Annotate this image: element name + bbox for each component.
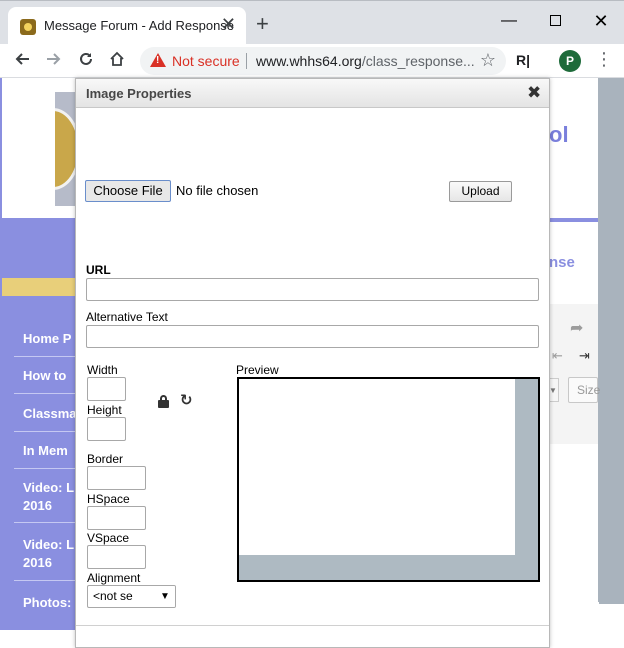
security-status[interactable]: Not secure — [172, 53, 240, 69]
maximize-button[interactable] — [532, 7, 578, 35]
nav-divider — [14, 468, 76, 469]
browser-tab[interactable]: Message Forum - Add Response ✕ — [8, 7, 246, 45]
reset-size-icon[interactable]: ↻ — [180, 391, 193, 409]
new-tab-button[interactable]: + — [256, 13, 269, 35]
url-label: URL — [86, 263, 111, 277]
tab-title: Message Forum - Add Response — [44, 18, 235, 33]
vspace-label: VSpace — [87, 531, 130, 545]
dropdown-arrow-icon[interactable]: ▼ — [549, 378, 559, 402]
sidebar-nav: Home P How to Classma In Mem Video: L 20… — [2, 296, 76, 630]
maximize-icon — [549, 15, 561, 27]
upload-button[interactable]: Upload — [449, 181, 512, 202]
preview-placeholder-shade — [515, 379, 538, 580]
page-right-margin — [598, 78, 624, 604]
preview-label: Preview — [236, 363, 279, 377]
dialog-title-bar[interactable]: Image Properties ✖ — [76, 79, 549, 108]
window-close-button[interactable]: ✕ — [578, 7, 624, 35]
site-title: ol — [549, 122, 569, 147]
nav-divider — [14, 393, 76, 394]
choose-file-button[interactable]: Choose File — [85, 180, 171, 202]
nav-video-2-year[interactable]: 2016 — [23, 554, 76, 572]
height-label: Height — [87, 403, 122, 417]
nav-video-1-year[interactable]: 2016 — [23, 497, 76, 515]
nav-in-memoriam[interactable]: In Mem — [23, 442, 76, 460]
nav-video-2[interactable]: Video: L — [23, 536, 76, 554]
nav-divider — [14, 580, 76, 581]
nav-how-to[interactable]: How to — [23, 367, 76, 385]
hspace-input[interactable] — [87, 506, 146, 530]
nav-photos[interactable]: Photos: — [23, 594, 76, 612]
page-footer — [549, 602, 599, 630]
alignment-select[interactable]: <not se ▼ — [87, 585, 176, 608]
url-input[interactable] — [86, 278, 539, 301]
border-input[interactable] — [87, 466, 146, 490]
menu-kebab-icon[interactable]: ⋮ — [595, 49, 613, 70]
image-properties-dialog: Image Properties ✖ Choose File No file c… — [75, 78, 550, 648]
width-input[interactable] — [87, 377, 126, 401]
alignment-label: Alignment — [87, 571, 141, 585]
bookmark-star-icon[interactable]: ☆ — [480, 50, 496, 71]
tab-strip: Message Forum - Add Response ✕ + — ✕ — [0, 0, 624, 45]
border-label: Border — [87, 452, 124, 466]
favicon-icon — [20, 19, 36, 35]
home-icon[interactable] — [105, 49, 129, 73]
forward-icon[interactable] — [42, 49, 66, 73]
nav-divider — [14, 522, 76, 523]
minimize-button[interactable]: — — [486, 7, 532, 35]
lock-ratio-icon[interactable] — [158, 395, 169, 408]
url-text[interactable]: www.whhs64.org/class_response... — [256, 53, 475, 69]
url-path: /class_response... — [361, 53, 475, 69]
redo-icon[interactable]: ➦ — [570, 318, 583, 338]
dialog-close-icon[interactable]: ✖ — [527, 83, 541, 103]
url-divider — [246, 53, 247, 69]
alignment-value: <not se — [93, 589, 133, 603]
width-label: Width — [87, 363, 118, 377]
preview-placeholder-shade — [239, 555, 538, 580]
alt-text-input[interactable] — [86, 325, 539, 348]
dialog-title: Image Properties — [86, 86, 192, 101]
height-input[interactable] — [87, 417, 126, 441]
url-host: www.whhs64.org — [256, 53, 362, 69]
alt-text-label: Alternative Text — [86, 310, 168, 324]
editor-toolbar: ➦ ⇤ ⇥ — [549, 304, 598, 444]
nav-home[interactable]: Home P — [23, 330, 76, 348]
nav-divider — [14, 356, 76, 357]
indent-left-icon[interactable]: ⇤ — [552, 348, 563, 364]
page-subtitle: nse — [549, 254, 575, 271]
preview-pane — [237, 377, 540, 582]
gold-divider — [2, 278, 76, 296]
nav-divider — [14, 431, 76, 432]
nav-classmates[interactable]: Classma — [23, 405, 76, 423]
reload-icon[interactable] — [74, 49, 98, 73]
warning-icon — [150, 53, 166, 67]
dropdown-arrow-icon: ▼ — [154, 586, 175, 607]
hspace-label: HSpace — [87, 492, 130, 506]
profile-avatar[interactable]: P — [559, 50, 581, 72]
nav-video-1[interactable]: Video: L — [23, 479, 76, 497]
file-status-text: No file chosen — [176, 183, 259, 198]
dialog-footer-divider — [76, 625, 549, 626]
size-select[interactable]: Size — [568, 377, 600, 403]
address-bar[interactable]: Not secure www.whhs64.org/class_response… — [140, 47, 506, 75]
indent-right-icon[interactable]: ⇥ — [579, 348, 590, 364]
extension-icon[interactable]: R| — [516, 52, 530, 68]
vspace-input[interactable] — [87, 545, 146, 569]
back-icon[interactable] — [10, 49, 34, 73]
browser-toolbar: Not secure www.whhs64.org/class_response… — [0, 44, 624, 78]
tab-close-icon[interactable]: ✕ — [221, 14, 236, 34]
